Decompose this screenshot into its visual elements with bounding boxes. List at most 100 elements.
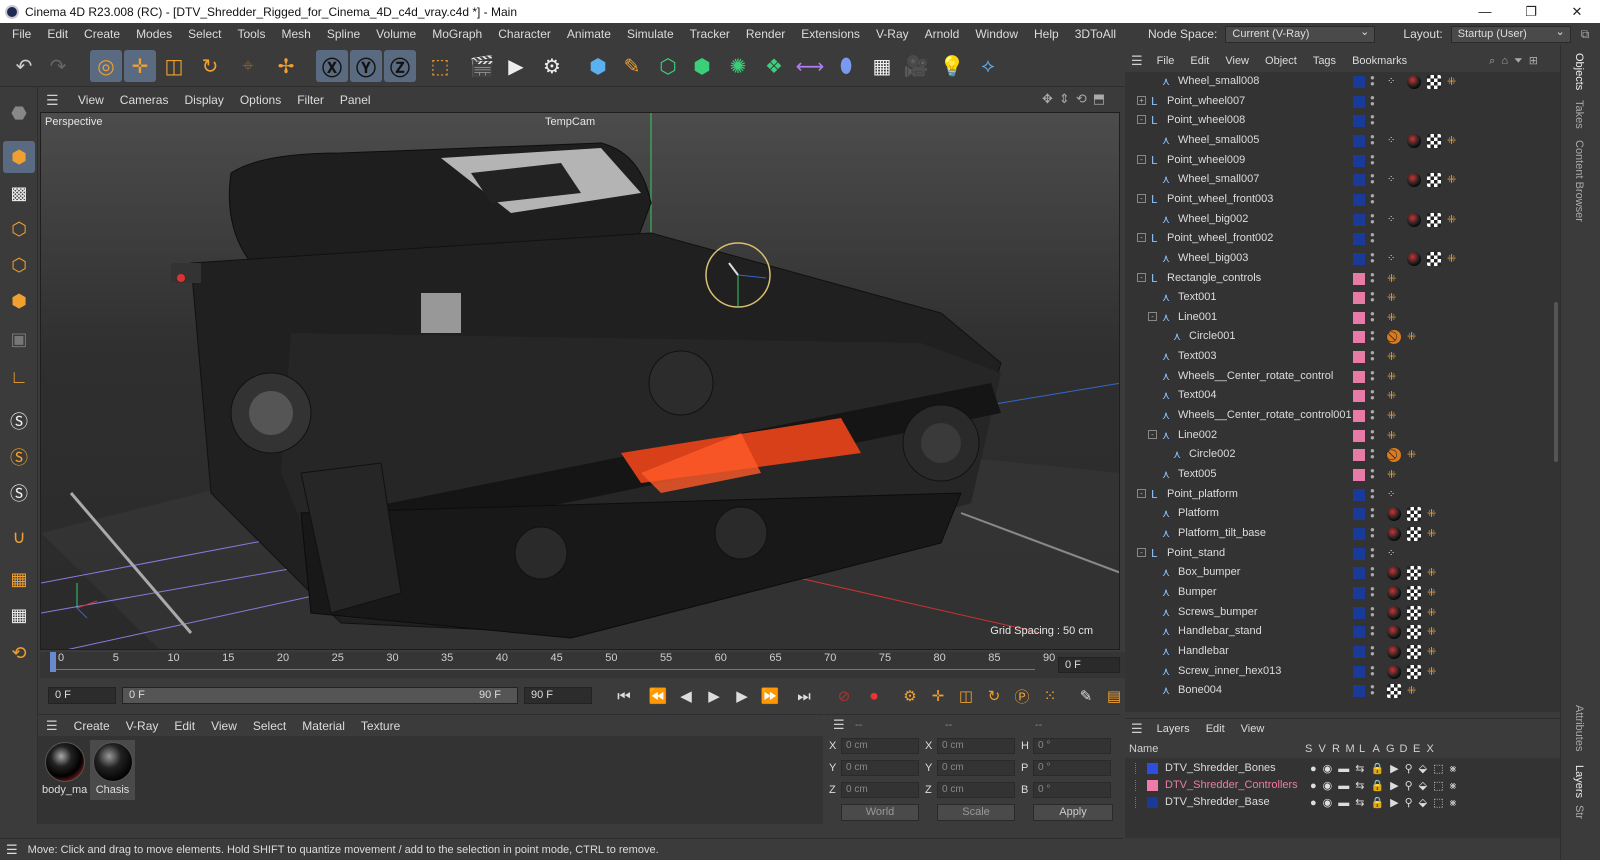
- object-row[interactable]: - ᒪ Point_wheel008 ● ●: [1125, 111, 1555, 131]
- position-z-field[interactable]: 0 cm: [841, 782, 919, 798]
- locked-workplane-icon[interactable]: ▦: [3, 599, 35, 631]
- material-tag-icon[interactable]: [1387, 526, 1401, 541]
- object-row[interactable]: ⋏ Box_bumper ● ● ⁜: [1125, 563, 1555, 583]
- ik-tag-icon[interactable]: ⁜: [1427, 645, 1441, 659]
- scale-tool-icon[interactable]: ◫: [158, 50, 190, 82]
- object-row[interactable]: ⋏ Platform ● ● ⁜: [1125, 504, 1555, 524]
- layer-color-swatch[interactable]: [1353, 370, 1365, 383]
- extrude-generator-icon[interactable]: ⬢: [686, 50, 718, 82]
- layer-color-swatch[interactable]: [1353, 527, 1365, 540]
- material-tag-icon[interactable]: [1407, 173, 1421, 188]
- object-row[interactable]: ⋏ Wheels__Center_rotate_control ● ● ⁜: [1125, 367, 1555, 387]
- ik-tag-icon[interactable]: ⁜: [1387, 311, 1401, 325]
- next-key-icon[interactable]: ⏩: [758, 684, 782, 708]
- material-tag-icon[interactable]: [1387, 644, 1401, 659]
- object-manager-tool-icons[interactable]: ⌕⌂⏷⊞: [1489, 54, 1544, 68]
- layer-color-swatch[interactable]: [1353, 252, 1365, 265]
- material-tag-icon[interactable]: [1387, 585, 1401, 600]
- size-mode-dropdown[interactable]: Scale: [937, 804, 1015, 821]
- protection-tag-icon[interactable]: ⃠: [1387, 448, 1401, 463]
- visibility-dots-icon[interactable]: ● ●: [1370, 467, 1375, 481]
- constraint-tag-icon[interactable]: ⁘: [1387, 547, 1401, 561]
- visibility-dots-icon[interactable]: ● ●: [1370, 309, 1375, 323]
- ik-tag-icon[interactable]: ⁜: [1387, 370, 1401, 384]
- texture-tag-icon[interactable]: [1427, 133, 1441, 148]
- material-menu-material[interactable]: Material: [294, 719, 353, 733]
- constraint-tag-icon[interactable]: ⁘: [1387, 213, 1401, 227]
- layer-row[interactable]: DTV_Shredder_Controllers ●◉▬⇆🔒▶⚲⬙⬚⨳: [1125, 777, 1555, 794]
- layer-color-swatch[interactable]: [1147, 763, 1158, 774]
- cube-object-icon[interactable]: ⬢: [582, 50, 614, 82]
- layer-color-swatch[interactable]: [1353, 95, 1365, 108]
- visibility-dots-icon[interactable]: ● ●: [1370, 643, 1375, 657]
- layer-flag-toggles-icon[interactable]: ●◉▬⇆🔒▶⚲⬙⬚⨳: [1310, 762, 1462, 776]
- object-menu-edit[interactable]: Edit: [1182, 55, 1217, 67]
- material-tag-icon[interactable]: [1387, 507, 1401, 522]
- layout-dropdown[interactable]: Startup (User): [1450, 25, 1571, 43]
- rotate-tool-icon[interactable]: ↻: [194, 50, 226, 82]
- layer-color-swatch[interactable]: [1353, 410, 1365, 423]
- size-x-field[interactable]: 0 cm: [937, 738, 1015, 754]
- visibility-dots-icon[interactable]: ● ●: [1370, 349, 1375, 363]
- ik-tag-icon[interactable]: ⁜: [1387, 272, 1401, 286]
- layer-color-swatch[interactable]: [1353, 272, 1365, 285]
- object-row[interactable]: ⋏ Wheel_small008 ● ● ⁘ ⁜: [1125, 72, 1555, 92]
- material-tag-icon[interactable]: [1387, 625, 1401, 640]
- solo-hierarchy-icon[interactable]: Ⓢ: [3, 441, 35, 473]
- ik-tag-icon[interactable]: ⁜: [1447, 252, 1461, 266]
- menu-character[interactable]: Character: [490, 27, 559, 41]
- constraint-tag-icon[interactable]: ⁘: [1387, 488, 1401, 502]
- ik-tag-icon[interactable]: ⁜: [1427, 527, 1441, 541]
- planar-workplane-icon[interactable]: ⟲: [3, 637, 35, 669]
- expand-toggle-icon[interactable]: +: [1137, 95, 1146, 105]
- layer-color-swatch[interactable]: [1353, 645, 1365, 658]
- layer-color-swatch[interactable]: [1147, 797, 1158, 808]
- ik-tag-icon[interactable]: ⁜: [1387, 468, 1401, 482]
- visibility-dots-icon[interactable]: ● ●: [1370, 584, 1375, 598]
- layer-menu-view[interactable]: View: [1233, 723, 1273, 735]
- visibility-dots-icon[interactable]: ● ●: [1370, 427, 1375, 441]
- side-tab-takes[interactable]: Takes: [1573, 100, 1585, 129]
- solo-off-icon[interactable]: Ⓢ: [3, 477, 35, 509]
- material-tag-icon[interactable]: [1387, 664, 1401, 679]
- size-y-field[interactable]: 0 cm: [937, 760, 1015, 776]
- constraint-tag-icon[interactable]: ⁘: [1387, 134, 1401, 148]
- layout-lock-icon[interactable]: ⧉: [1581, 27, 1590, 42]
- ik-tag-icon[interactable]: ⁜: [1407, 448, 1421, 462]
- live-selection-icon[interactable]: ◎: [90, 50, 122, 82]
- layer-color-swatch[interactable]: [1353, 76, 1365, 88]
- visibility-dots-icon[interactable]: ● ●: [1370, 525, 1375, 539]
- layer-hamburger-icon[interactable]: ☰: [1131, 721, 1143, 737]
- rotation-p-field[interactable]: 0 °: [1033, 760, 1111, 776]
- menu-tools[interactable]: Tools: [229, 27, 273, 41]
- go-to-start-icon[interactable]: ⏮: [612, 684, 636, 708]
- object-row[interactable]: - ᒪ Point_wheel_front003 ● ●: [1125, 190, 1555, 210]
- side-tab-content-browser[interactable]: Content Browser: [1573, 140, 1585, 222]
- layer-color-swatch[interactable]: [1353, 606, 1365, 619]
- material-menu-create[interactable]: Create: [66, 719, 118, 733]
- menu-help[interactable]: Help: [1026, 27, 1067, 41]
- object-menu-view[interactable]: View: [1217, 55, 1257, 67]
- visibility-dots-icon[interactable]: ● ●: [1370, 545, 1375, 559]
- field-icon[interactable]: ⬮: [830, 50, 862, 82]
- object-list-scrollbar[interactable]: [1554, 302, 1558, 462]
- next-frame-icon[interactable]: ▶: [730, 684, 754, 708]
- ik-tag-icon[interactable]: ⁜: [1447, 75, 1461, 89]
- parameter-key-icon[interactable]: Ⓟ: [1010, 684, 1034, 708]
- material-menu-texture[interactable]: Texture: [353, 719, 408, 733]
- material-hamburger-icon[interactable]: ☰: [46, 718, 58, 734]
- menu-mograph[interactable]: MoGraph: [424, 27, 490, 41]
- object-row[interactable]: ⋏ Text001 ● ● ⁜: [1125, 288, 1555, 308]
- viewport-navigation-icons[interactable]: ✥⇕⟲⬒: [1042, 91, 1111, 107]
- menu-v-ray[interactable]: V-Ray: [868, 27, 917, 41]
- object-row[interactable]: ⋏ Screw_inner_hex013 ● ● ⁜: [1125, 662, 1555, 682]
- object-row[interactable]: ⋏ Wheel_small005 ● ● ⁘ ⁜: [1125, 131, 1555, 151]
- object-row[interactable]: - ⋏ Line002 ● ● ⁜: [1125, 426, 1555, 446]
- side-tab-attributes[interactable]: Attributes: [1573, 705, 1585, 751]
- polygons-mode-icon[interactable]: ⬢: [3, 285, 35, 317]
- layer-color-swatch[interactable]: [1353, 429, 1365, 442]
- layer-color-swatch[interactable]: [1353, 449, 1365, 462]
- menu-simulate[interactable]: Simulate: [619, 27, 682, 41]
- object-menu-object[interactable]: Object: [1257, 55, 1305, 67]
- move-tool-icon[interactable]: ✛: [124, 50, 156, 82]
